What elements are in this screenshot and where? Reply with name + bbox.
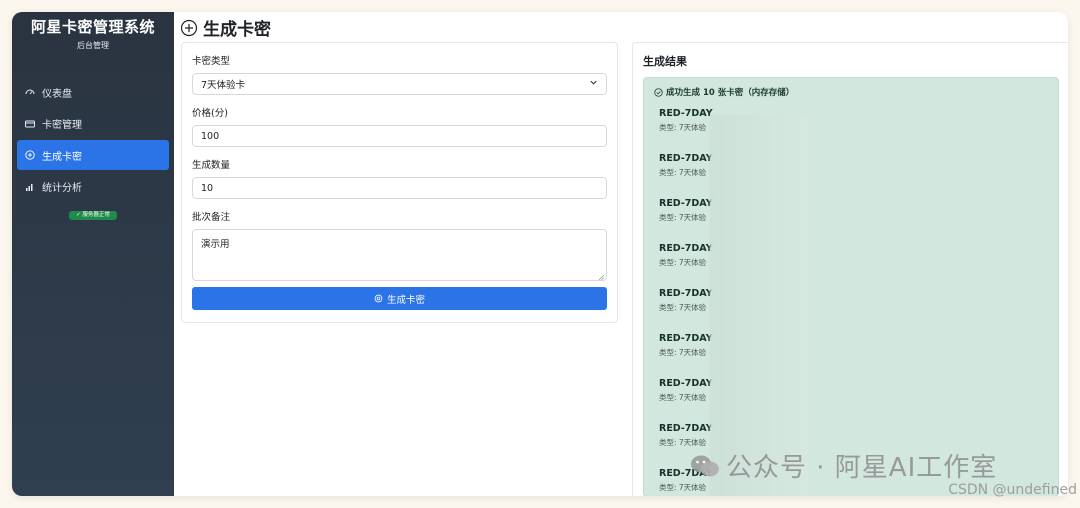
generate-button[interactable]: 生成卡密 (192, 287, 607, 310)
card-type-select[interactable]: 7天体验卡 (192, 73, 607, 95)
resize-grip-icon[interactable] (598, 272, 605, 281)
sidebar-item-label: 生成卡密 (42, 151, 82, 163)
plus-circle-icon (180, 19, 198, 37)
server-status-text: 服务器正常 (82, 211, 110, 218)
gear-icon (374, 294, 383, 303)
result-title: 生成结果 (643, 55, 687, 68)
dashboard-icon (24, 86, 36, 98)
count-group: 生成数量 10 (192, 157, 607, 199)
note-group: 批次备注 演示用 (192, 209, 607, 281)
note-value: 演示用 (201, 239, 230, 250)
page-header: 生成卡密 (180, 15, 271, 40)
wechat-watermark: 公众号 · 阿星AI工作室 (690, 447, 997, 484)
card-type-label: 卡密类型 (192, 56, 231, 67)
card-icon (24, 118, 36, 130)
app-subtitle: 后台管理 (77, 41, 109, 50)
count-input[interactable]: 10 (192, 177, 607, 199)
sidebar-item-generate[interactable]: 生成卡密 (17, 140, 169, 170)
redaction-blur (710, 115, 808, 496)
page-title: 生成卡密 (203, 20, 271, 40)
sidebar-item-card-management[interactable]: 卡密管理 (17, 109, 169, 139)
generate-form: 卡密类型 7天体验卡 价格(分) 100 生成数量 10 批次备注 演示用 生成… (181, 42, 618, 323)
success-message: 成功生成 10 张卡密（内存存储） (654, 86, 1048, 98)
chevron-down-icon (589, 78, 598, 90)
note-textarea[interactable]: 演示用 (192, 229, 607, 281)
csdn-watermark: CSDN @undefined (948, 482, 1077, 498)
result-panel: 生成结果 成功生成 10 张卡密（内存存储） RED-7DAY 类型: 7天体验 … (632, 42, 1068, 496)
app-window: 阿星卡密管理系统 后台管理 仪表盘 卡密管理 生成卡密 统计分析 ✓ 服务器正常… (12, 12, 1068, 496)
card-type-value: 7天体验卡 (201, 80, 246, 91)
sidebar-item-dashboard[interactable]: 仪表盘 (17, 77, 169, 107)
sidebar-item-label: 统计分析 (42, 183, 82, 194)
price-label: 价格(分) (192, 108, 228, 119)
price-input[interactable]: 100 (192, 125, 607, 147)
price-group: 价格(分) 100 (192, 105, 607, 147)
plus-circle-icon (24, 149, 36, 161)
sidebar-item-label: 仪表盘 (42, 88, 72, 100)
server-status-badge: ✓ 服务器正常 (69, 210, 117, 220)
bar-chart-icon (24, 181, 36, 193)
sidebar-nav: 仪表盘 卡密管理 生成卡密 统计分析 (12, 77, 174, 202)
sidebar-item-label: 卡密管理 (42, 120, 82, 131)
main-content: 生成卡密 卡密类型 7天体验卡 价格(分) 100 生成数量 10 批次备注 演… (174, 12, 1068, 496)
card-type-group: 卡密类型 7天体验卡 (192, 53, 607, 95)
sidebar: 阿星卡密管理系统 后台管理 仪表盘 卡密管理 生成卡密 统计分析 ✓ 服务器正常 (12, 12, 174, 496)
sidebar-item-statistics[interactable]: 统计分析 (17, 172, 169, 202)
count-label: 生成数量 (192, 160, 231, 171)
app-title: 阿星卡密管理系统 (30, 18, 155, 36)
note-label: 批次备注 (192, 212, 231, 223)
wechat-icon (690, 453, 720, 479)
result-list[interactable]: 成功生成 10 张卡密（内存存储） RED-7DAY 类型: 7天体验 RED-7… (643, 77, 1059, 496)
brand: 阿星卡密管理系统 后台管理 (12, 12, 174, 51)
check-circle-icon (654, 87, 663, 97)
success-text: 成功生成 10 张卡密（内存存储） (666, 88, 795, 98)
watermark-text: 公众号 · 阿星AI工作室 (726, 453, 998, 483)
generate-button-label: 生成卡密 (386, 294, 425, 306)
